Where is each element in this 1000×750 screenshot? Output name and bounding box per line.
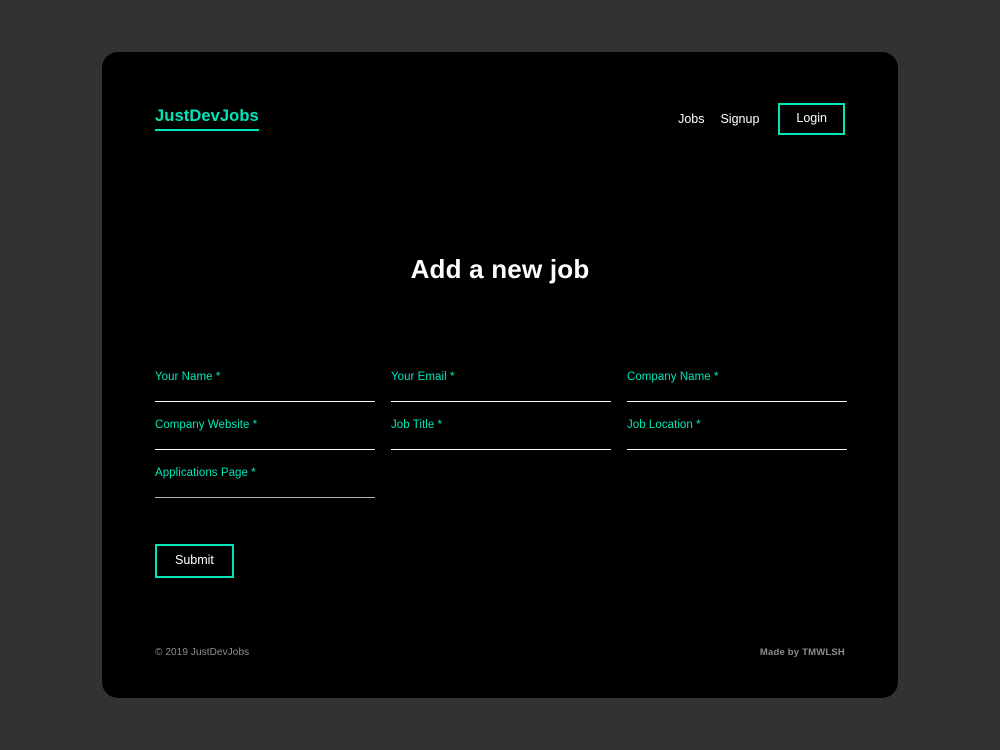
field-job-location: Job Location *: [627, 419, 847, 468]
label-your-name: Your Name *: [155, 371, 375, 384]
label-text-job-location: Job Location: [627, 419, 693, 431]
main-nav: Jobs Signup Login: [670, 103, 845, 135]
nav-link-signup[interactable]: Signup: [712, 113, 767, 126]
your-email-input[interactable]: [391, 386, 611, 402]
field-company-website: Company Website *: [155, 419, 375, 468]
applications-page-input[interactable]: [155, 482, 375, 498]
field-your-name: Your Name *: [155, 371, 375, 420]
required-marker: *: [437, 419, 443, 431]
submit-button[interactable]: Submit: [155, 544, 234, 578]
company-name-input[interactable]: [627, 386, 847, 402]
label-your-email: Your Email *: [391, 371, 611, 384]
field-your-email: Your Email *: [391, 371, 611, 420]
job-title-input[interactable]: [391, 434, 611, 450]
label-job-title: Job Title *: [391, 419, 611, 432]
required-marker: *: [252, 419, 258, 431]
required-marker: *: [713, 371, 719, 383]
login-button[interactable]: Login: [778, 103, 845, 135]
label-applications-page: Applications Page *: [155, 467, 375, 480]
label-text-your-email: Your Email: [391, 371, 447, 383]
nav-link-jobs[interactable]: Jobs: [670, 113, 712, 126]
app-card: JustDevJobs Jobs Signup Login Add a new …: [102, 52, 898, 698]
label-company-website: Company Website *: [155, 419, 375, 432]
field-company-name: Company Name *: [627, 371, 847, 420]
job-location-input[interactable]: [627, 434, 847, 450]
site-header: JustDevJobs Jobs Signup Login: [155, 102, 845, 136]
submit-row: Submit: [155, 544, 234, 578]
field-job-title: Job Title *: [391, 419, 611, 468]
label-job-location: Job Location *: [627, 419, 847, 432]
your-name-input[interactable]: [155, 386, 375, 402]
label-text-company-name: Company Name: [627, 371, 711, 383]
label-text-your-name: Your Name: [155, 371, 213, 383]
add-job-form: Your Name * Your Email * Company Name *: [155, 371, 847, 516]
required-marker: *: [449, 371, 455, 383]
label-text-job-title: Job Title: [391, 419, 435, 431]
brand-logo[interactable]: JustDevJobs: [155, 107, 259, 131]
footer-credit: Made by TMWLSH: [759, 647, 845, 658]
site-footer: © 2019 JustDevJobs Made by TMWLSH: [155, 647, 845, 658]
field-applications-page: Applications Page *: [155, 467, 375, 516]
required-marker: *: [696, 419, 701, 431]
required-marker: *: [251, 467, 256, 479]
form-grid: Your Name * Your Email * Company Name *: [155, 371, 847, 516]
label-company-name: Company Name *: [627, 371, 847, 384]
label-text-company-website: Company Website: [155, 419, 250, 431]
footer-copyright: © 2019 JustDevJobs: [155, 647, 250, 658]
required-marker: *: [215, 371, 221, 383]
company-website-input[interactable]: [155, 434, 375, 450]
label-text-applications-page: Applications Page: [155, 467, 248, 479]
page-title: Add a new job: [410, 254, 590, 284]
